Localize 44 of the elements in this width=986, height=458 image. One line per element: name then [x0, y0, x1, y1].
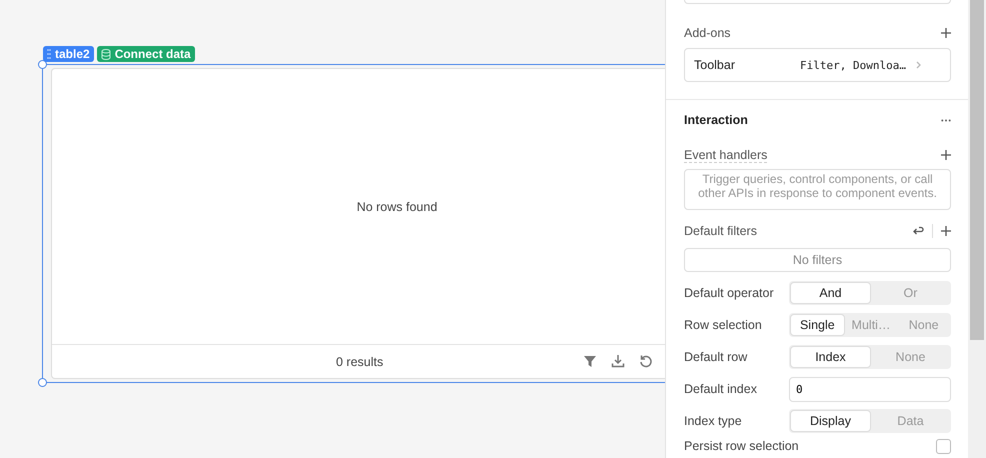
refresh-icon[interactable]	[639, 354, 653, 368]
connect-data-button[interactable]: Connect data	[96, 46, 195, 62]
resize-handle[interactable]	[38, 60, 47, 69]
filter-icon[interactable]	[583, 354, 597, 368]
empty-message: No rows found	[356, 200, 438, 214]
addon-label: Toolbar	[694, 58, 735, 72]
component-badge[interactable]: table2	[43, 46, 94, 62]
segment-option[interactable]: None	[897, 314, 950, 336]
segment-option[interactable]: Data	[871, 410, 950, 432]
chevron-right-icon	[916, 61, 921, 69]
event-handlers-field[interactable]: Trigger queries, control components, or call other APIs in response to component events.	[684, 169, 951, 210]
section-title: Interaction	[684, 113, 748, 127]
results-count: 0 results	[336, 354, 384, 368]
drag-handle-icon[interactable]	[47, 49, 51, 59]
return-arrow-icon[interactable]	[912, 226, 924, 236]
segment-option[interactable]: Index	[790, 346, 871, 368]
plus-icon[interactable]	[941, 28, 951, 38]
download-icon[interactable]	[611, 354, 625, 368]
segment-option[interactable]: None	[871, 346, 950, 368]
segment-option[interactable]: Multi…	[844, 314, 898, 336]
addon-row[interactable]: Toolbar Filter, Downloa…	[684, 48, 951, 82]
scrollbar-thumb[interactable]	[970, 0, 984, 340]
resize-handle[interactable]	[38, 378, 47, 387]
plus-icon[interactable]	[941, 150, 951, 160]
empty-filters-box: No filters	[684, 248, 951, 272]
plus-icon[interactable]	[941, 226, 951, 236]
input-field[interactable]: 0	[789, 376, 951, 402]
section-label: Add-ons	[684, 26, 731, 40]
setting-label: Persist row selection	[684, 439, 799, 453]
checkbox[interactable]	[936, 438, 951, 454]
segment-option[interactable]: Display	[790, 410, 871, 432]
setting-label: Index type	[684, 414, 743, 428]
addon-value: Filter, Downloa…	[800, 58, 906, 72]
segment-option[interactable]: Single	[790, 314, 845, 336]
database-icon	[100, 48, 111, 60]
setting-label: Default operator	[684, 286, 775, 300]
field-label: Event handlers	[684, 148, 768, 162]
setting-label: Default index	[684, 382, 758, 396]
more-icon[interactable]	[941, 118, 951, 122]
setting-label: Default row	[684, 350, 748, 364]
segment-option[interactable]: Or	[871, 282, 950, 304]
field-label: Default filters	[684, 224, 757, 238]
setting-label: Row selection	[684, 318, 763, 332]
segment-option[interactable]: And	[790, 282, 871, 304]
